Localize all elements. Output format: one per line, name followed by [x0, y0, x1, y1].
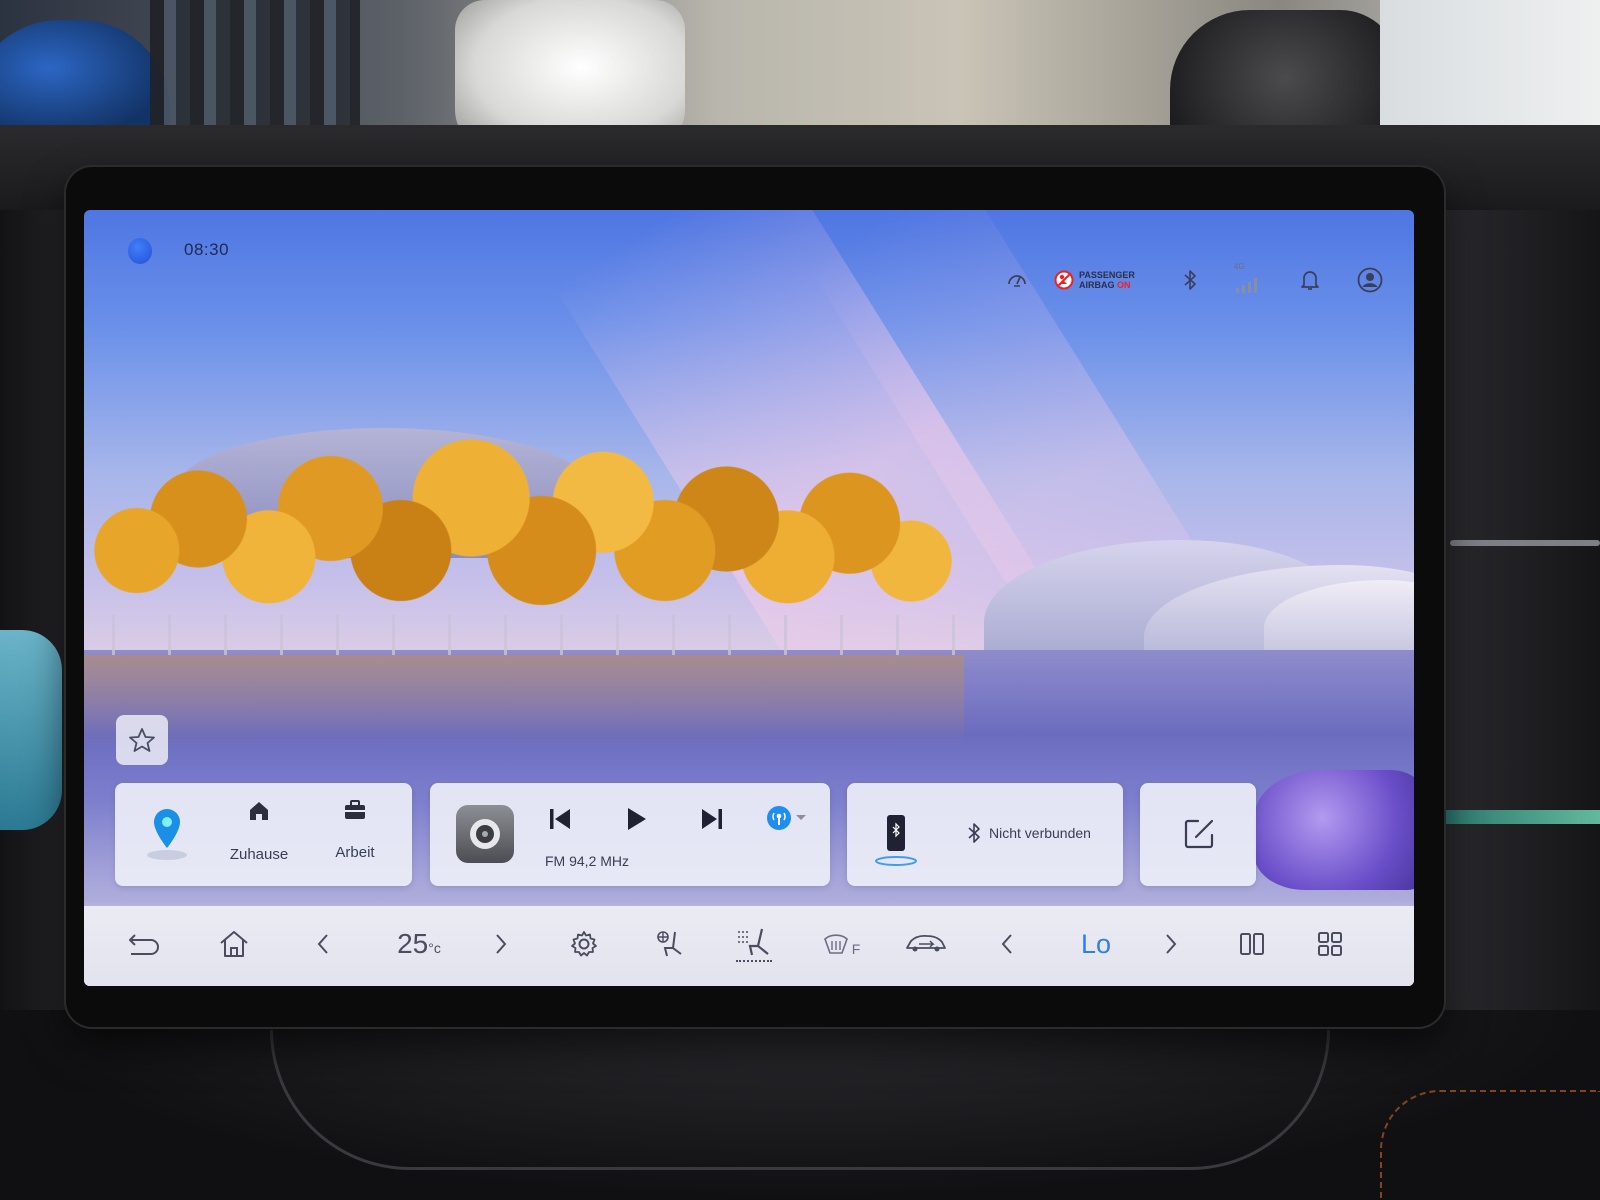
airbag-off-icon: [1054, 270, 1074, 290]
blue-car-shape: [0, 20, 170, 140]
airflow-seat-icon: [738, 928, 769, 956]
infotainment-screen: 08:30 PASSENGER AIRBAG ON 4G Zuhause Arb…: [84, 210, 1414, 986]
phone-icon: [875, 815, 917, 866]
console-arc: [270, 1030, 1330, 1170]
temperature-increase-button[interactable]: [486, 924, 516, 964]
status-bar: 08:30 PASSENGER AIRBAG ON 4G: [84, 210, 1414, 300]
user-icon[interactable]: [1356, 262, 1384, 298]
play-button[interactable]: [618, 803, 654, 835]
car-recirculation-icon: [906, 934, 946, 952]
fan-increase-button[interactable]: [1156, 924, 1186, 964]
radio-source-icon: [767, 806, 791, 830]
play-icon: [628, 808, 646, 830]
edit-widgets-card[interactable]: [1140, 783, 1256, 886]
bluetooth-icon: [968, 823, 980, 843]
defrost-icon: [823, 934, 848, 954]
front-defrost-button[interactable]: F: [816, 924, 866, 964]
briefcase-icon: [345, 800, 365, 819]
temperature-unit: °c: [428, 940, 441, 956]
speed-volume-icon[interactable]: [1004, 262, 1030, 298]
favorites-button[interactable]: [116, 715, 168, 765]
chevron-down-icon: [796, 815, 806, 820]
status-icons: PASSENGER AIRBAG ON 4G: [1004, 262, 1384, 298]
work-shortcut[interactable]: Arbeit: [315, 799, 395, 861]
back-arrow-icon: [129, 934, 159, 955]
phone-card[interactable]: Nicht verbunden: [847, 783, 1123, 886]
work-label: Arbeit: [335, 844, 375, 861]
settings-button[interactable]: [564, 924, 604, 964]
clock: 08:30: [184, 240, 230, 259]
passenger-airbag-indicator: PASSENGER AIRBAG ON: [1054, 270, 1150, 290]
seat-fan-button[interactable]: [650, 924, 690, 964]
ambient-light: [1440, 810, 1600, 824]
apps-grid-icon: [1318, 932, 1342, 956]
audio-source-dropdown[interactable]: [766, 803, 810, 833]
tree-trunks-shape: [84, 615, 964, 655]
airbag-state: ON: [1117, 280, 1131, 290]
instrument-cluster-edge: [0, 630, 62, 830]
network-type: 4G: [1234, 262, 1245, 271]
skip-next-icon: [702, 809, 722, 829]
airbag-label-line2: AIRBAG: [1079, 280, 1115, 290]
fan-decrease-button[interactable]: [992, 924, 1022, 964]
temperature-decrease-button[interactable]: [308, 924, 338, 964]
map-pin-icon[interactable]: [145, 805, 189, 865]
navigation-card[interactable]: Zuhause Arbeit: [115, 783, 412, 886]
gear-icon: [571, 931, 597, 957]
bell-icon[interactable]: [1298, 262, 1322, 298]
radio-app-icon[interactable]: [456, 805, 514, 863]
autumn-trees-shape: [84, 435, 964, 645]
media-card[interactable]: FM 94,2 MHz: [430, 783, 830, 886]
climate-control-bar: 25°c F Lo: [84, 906, 1414, 986]
home-icon: [250, 802, 268, 820]
defrost-label: F: [851, 941, 861, 957]
airflow-active-indicator: [736, 960, 772, 962]
fan-level-display: Lo: [1066, 924, 1126, 964]
fan-level-value: Lo: [1080, 928, 1112, 959]
temperature-value: 25: [397, 928, 429, 959]
voice-assistant-icon[interactable]: [126, 234, 154, 268]
home-button[interactable]: [212, 924, 256, 964]
split-screen-button[interactable]: [1232, 924, 1272, 964]
home-label: Zuhause: [229, 846, 289, 863]
bluetooth-status-text: Nicht verbunden: [989, 825, 1091, 841]
previous-track-button[interactable]: [542, 803, 578, 835]
radio-station-label: FM 94,2 MHz: [545, 853, 630, 869]
home-outline-icon: [220, 931, 248, 957]
edit-icon: [1184, 819, 1214, 849]
chevron-left-icon: [1001, 934, 1012, 954]
bluetooth-icon[interactable]: [1180, 262, 1200, 298]
flowers-shape: [1254, 770, 1414, 890]
signal-icon: 4G: [1232, 262, 1262, 298]
skip-previous-icon: [550, 809, 570, 829]
seat-stitching: [1380, 1090, 1600, 1200]
temperature-display: 25°c: [374, 924, 464, 964]
shelf-shape: [150, 0, 360, 140]
home-shortcut[interactable]: Zuhause: [219, 799, 299, 863]
star-outline-icon: [129, 728, 155, 752]
lake-reflection: [84, 655, 964, 745]
airbag-label-line1: PASSENGER: [1079, 270, 1135, 280]
air-recirculation-button[interactable]: [902, 924, 950, 964]
next-track-button[interactable]: [694, 803, 730, 835]
air-vent: [1450, 540, 1600, 546]
seat-ventilation-icon: [657, 931, 682, 957]
back-button[interactable]: [122, 924, 166, 964]
dashboard-right: [1440, 210, 1600, 1030]
chevron-right-icon: [1166, 934, 1177, 954]
bluetooth-connection-status[interactable]: Nicht verbunden: [967, 823, 1091, 843]
app-grid-button[interactable]: [1310, 924, 1350, 964]
chevron-right-icon: [496, 934, 507, 954]
seat-airflow-button[interactable]: [730, 924, 778, 964]
chevron-left-icon: [317, 934, 328, 954]
split-view-icon: [1240, 933, 1264, 955]
dashboard-bottom: [0, 1010, 1600, 1200]
